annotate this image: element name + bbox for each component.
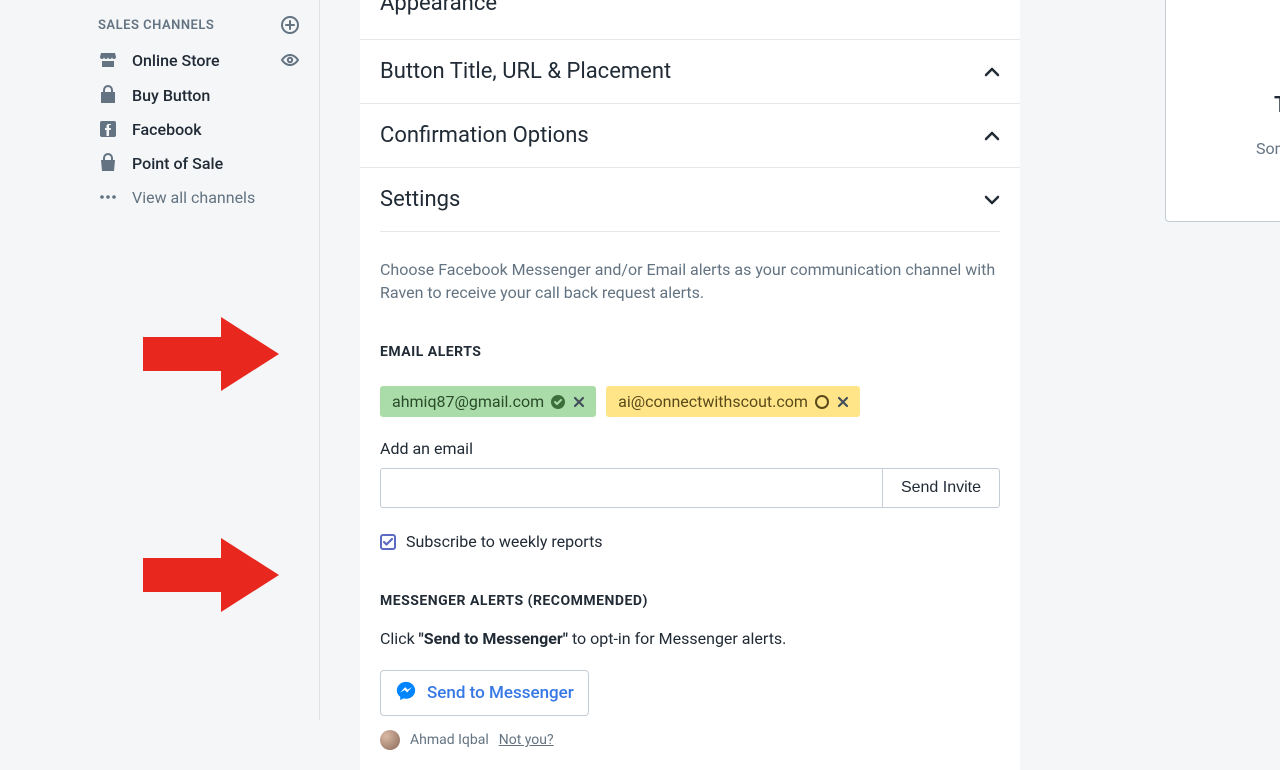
sidebar-item-label: Buy Button [132, 86, 210, 105]
messenger-instr-pre: Click [380, 629, 419, 648]
add-channel-icon[interactable] [279, 14, 301, 36]
chip-email: ai@connectwithscout.com [618, 392, 808, 411]
accordion-settings[interactable]: Settings [360, 168, 1020, 231]
add-email-input[interactable] [380, 468, 882, 508]
side-panel-partial: T Som [1165, 0, 1280, 222]
sidebar-item-facebook[interactable]: Facebook [80, 112, 319, 146]
messenger-instr-post: to opt-in for Messenger alerts. [568, 629, 786, 648]
facebook-icon [98, 119, 118, 139]
chevron-down-icon [984, 190, 1000, 209]
store-icon [98, 50, 118, 70]
subscribe-checkbox[interactable] [380, 534, 396, 550]
sidebar-item-label: Online Store [132, 51, 220, 70]
not-you-link[interactable]: Not you? [499, 732, 554, 748]
messenger-alerts-heading: MESSENGER ALERTS (RECOMMENDED) [380, 593, 1000, 609]
sidebar-item-label: Facebook [132, 120, 202, 139]
messenger-instruction: Click "Send to Messenger" to opt-in for … [380, 629, 1000, 648]
pos-icon [98, 153, 118, 173]
side-panel-title: T [1274, 93, 1280, 118]
email-chip-pending: ai@connectwithscout.com [606, 386, 860, 417]
more-icon [98, 187, 118, 207]
sidebar-item-online-store[interactable]: Online Store [80, 42, 319, 78]
add-email-label: Add an email [380, 439, 1000, 458]
chevron-up-icon [984, 62, 1000, 81]
accordion-title: Confirmation Options [380, 123, 589, 148]
sidebar-item-label: Point of Sale [132, 154, 223, 173]
remove-chip-icon[interactable] [572, 395, 586, 409]
view-icon[interactable] [279, 49, 301, 71]
accordion-title: Button Title, URL & Placement [380, 59, 671, 84]
settings-description: Choose Facebook Messenger and/or Email a… [380, 232, 1000, 304]
email-alerts-heading: EMAIL ALERTS [380, 344, 1000, 360]
pending-badge-icon [814, 394, 830, 410]
verified-badge-icon [550, 394, 566, 410]
accordion-title: Appearance [380, 0, 497, 16]
sidebar-heading: SALES CHANNELS [98, 18, 214, 33]
avatar [380, 730, 400, 750]
user-name: Ahmad Iqbal [410, 732, 489, 748]
side-panel-subtitle: Som [1256, 139, 1280, 158]
email-chip-verified: ahmiq87@gmail.com [380, 386, 596, 417]
accordion-confirmation-options[interactable]: Confirmation Options [360, 104, 1020, 168]
send-invite-button[interactable]: Send Invite [882, 468, 1000, 508]
sidebar-item-label: View all channels [132, 188, 255, 207]
subscribe-label: Subscribe to weekly reports [406, 532, 603, 551]
buy-button-icon [98, 85, 118, 105]
chevron-up-icon [984, 126, 1000, 145]
subscribe-row: Subscribe to weekly reports [380, 532, 1000, 551]
messenger-icon [395, 680, 417, 706]
email-chip-list: ahmiq87@gmail.com ai@connectwithscout.co… [380, 386, 1000, 417]
annotation-arrow [143, 317, 279, 391]
add-email-row: Send Invite [380, 468, 1000, 508]
send-to-messenger-button[interactable]: Send to Messenger [380, 670, 589, 716]
chip-email: ahmiq87@gmail.com [392, 392, 544, 411]
accordion-button-title[interactable]: Button Title, URL & Placement [360, 40, 1020, 104]
annotation-arrow [143, 538, 279, 612]
sidebar-section-header: SALES CHANNELS [80, 8, 319, 42]
messenger-user-row: Ahmad Iqbal Not you? [380, 730, 1000, 750]
remove-chip-icon[interactable] [836, 395, 850, 409]
sidebar-item-point-of-sale[interactable]: Point of Sale [80, 146, 319, 180]
messenger-instr-bold: "Send to Messenger" [419, 629, 568, 648]
settings-body: Choose Facebook Messenger and/or Email a… [360, 232, 1020, 770]
send-to-messenger-label: Send to Messenger [427, 683, 574, 703]
settings-card: Appearance Button Title, URL & Placement… [360, 0, 1020, 770]
accordion-title: Settings [380, 187, 460, 212]
sidebar-view-all-channels[interactable]: View all channels [80, 180, 319, 214]
accordion-appearance[interactable]: Appearance [360, 0, 1020, 40]
sidebar-item-buy-button[interactable]: Buy Button [80, 78, 319, 112]
